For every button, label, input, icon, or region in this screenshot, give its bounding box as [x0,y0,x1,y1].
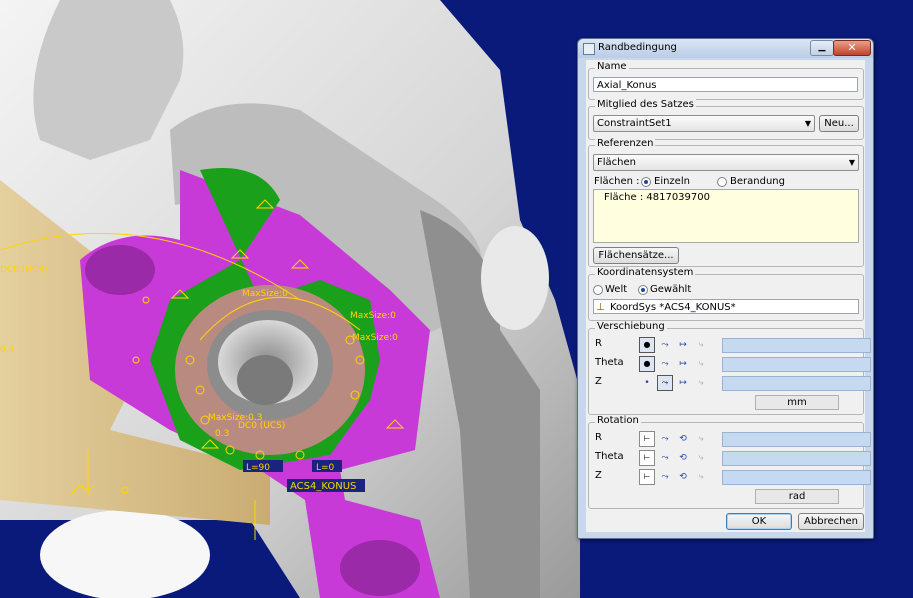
app-icon [583,43,595,55]
rotation-z-free-icon[interactable]: ⤳ [657,469,673,485]
radio-world[interactable] [593,285,603,295]
csys-icon: ⊥ [596,302,605,313]
cancel-button[interactable]: Abbrechen [798,513,864,530]
translation-theta-free-icon[interactable]: ⤳ [657,356,673,372]
translation-z-prescribed-icon[interactable]: ↦ [675,375,691,391]
rotation-theta-function-icon[interactable]: ⤷ [693,450,709,466]
translation-group: Verschiebung R ● ⤳ ↦ ⤷ Theta ● ⤳ ↦ ⤷ Z •… [588,321,871,415]
rotation-z-label: Z [595,470,602,481]
rotation-theta-label: Theta [595,451,624,462]
name-group-label: Name [595,61,629,72]
list-item[interactable]: Fläche : 4817039700 [604,192,710,203]
rotation-theta-value[interactable] [722,451,871,466]
annotation-text: MaxSize:0 [352,333,398,343]
name-input[interactable]: Axial_Konus [593,77,858,92]
translation-z-value[interactable] [722,376,871,391]
translation-unit[interactable]: mm [755,395,839,410]
rotation-r-function-icon[interactable]: ⤷ [693,431,709,447]
close-button[interactable]: ✕ [833,40,871,56]
csys-label: ACS4_KONUS [290,481,356,492]
constraint-set-value: ConstraintSet1 [597,118,672,129]
constraint-dialog: Randbedingung ▁ ✕ Name Axial_Konus Mitgl… [577,38,874,539]
translation-z-fixed-button[interactable]: • [639,375,655,391]
reference-list[interactable]: Fläche : 4817039700 [593,189,859,243]
annotation-text: MaxSize:0 [242,289,288,299]
references-group: Referenzen Flächen ▼ Flächen : Einzeln B… [588,138,864,267]
translation-theta-value[interactable] [722,357,871,372]
rotation-group-label: Rotation [595,415,641,426]
radio-selected[interactable] [638,285,648,295]
radio-selected-label[interactable]: Gewählt [650,284,691,295]
radio-boundary-label[interactable]: Berandung [730,176,785,187]
translation-r-function-icon[interactable]: ⤷ [693,337,709,353]
dialog-title: Randbedingung [598,42,677,53]
rotation-z-value[interactable] [722,470,871,485]
rotation-r-label: R [595,432,602,443]
rotation-theta-prescribed-icon[interactable]: ⟲ [675,450,691,466]
housing-bore-right [481,226,549,330]
new-set-button[interactable]: Neu... [819,115,859,132]
translation-theta-prescribed-icon[interactable]: ↦ [675,356,691,372]
minimize-button[interactable]: ▁ [810,40,834,56]
translation-group-label: Verschiebung [595,321,667,332]
annotation-text: 0.3 [215,429,229,439]
radio-boundary[interactable] [717,177,727,187]
radio-single[interactable] [641,177,651,187]
references-group-label: Referenzen [595,138,656,149]
magenta-bore-bottom [340,540,420,596]
rotation-theta-fixed-button[interactable]: ⊢ [639,450,655,466]
rotation-z-function-icon[interactable]: ⤷ [693,469,709,485]
radio-world-label[interactable]: Welt [605,284,627,295]
translation-z-function-icon[interactable]: ⤷ [693,375,709,391]
chevron-down-icon: ▼ [804,119,811,128]
annotation-text: MaxSize:0 [350,311,396,321]
translation-z-free-button[interactable]: ⤳ [657,375,673,391]
annotation-text: DC0 (UCS) [0,265,47,275]
housing-bore [40,510,210,598]
name-group: Name Axial_Konus [588,61,864,100]
translation-theta-label: Theta [595,357,624,368]
magenta-bore [85,245,155,295]
set-group: Mitglied des Satzes ConstraintSet1 ▼ Neu… [588,99,864,140]
close-icon: ✕ [847,41,857,54]
rotation-z-fixed-button[interactable]: ⊢ [639,469,655,485]
dialog-titlebar[interactable]: Randbedingung ▁ ✕ [578,39,873,58]
rotation-theta-free-icon[interactable]: ⤳ [657,450,673,466]
translation-r-label: R [595,338,602,349]
translation-r-value[interactable] [722,338,871,353]
rotation-r-prescribed-icon[interactable]: ⟲ [675,431,691,447]
rotation-r-fixed-button[interactable]: ⊢ [639,431,655,447]
annotation-text: L=0 [316,463,335,473]
translation-z-label: Z [595,376,602,387]
translation-theta-fixed-button[interactable]: ● [639,356,655,372]
translation-r-prescribed-icon[interactable]: ↦ [675,337,691,353]
reference-type-value: Flächen [597,157,636,168]
surface-mode-label: Flächen : [594,176,640,187]
rotation-r-free-icon[interactable]: ⤳ [657,431,673,447]
csys-group: Koordinatensystem Welt Gewählt ⊥ KoordSy… [588,267,864,321]
rotation-group: Rotation R ⊢ ⤳ ⟲ ⤷ Theta ⊢ ⤳ ⟲ ⤷ Z ⊢ ⤳ ⟲… [588,415,871,509]
annotation-text: L=90 [246,463,270,473]
chevron-down-icon: ▼ [848,158,855,167]
translation-r-fixed-button[interactable]: ● [639,337,655,353]
surface-sets-button[interactable]: Flächensätze... [593,247,679,264]
csys-value: KoordSys *ACS4_KONUS* [610,302,736,313]
translation-r-free-icon[interactable]: ⤳ [657,337,673,353]
translation-theta-function-icon[interactable]: ⤷ [693,356,709,372]
constraint-set-select[interactable]: ConstraintSet1 ▼ [593,115,815,132]
csys-field[interactable]: ⊥ KoordSys *ACS4_KONUS* [593,299,859,314]
minimize-icon: ▁ [818,42,826,52]
annotation-text: DC0 (UCS) [238,421,285,431]
csys-group-label: Koordinatensystem [595,267,696,278]
reference-type-select[interactable]: Flächen ▼ [593,154,859,171]
set-group-label: Mitglied des Satzes [595,99,696,110]
rotation-unit[interactable]: rad [755,489,839,504]
dialog-client: Name Axial_Konus Mitglied des Satzes Con… [586,60,871,532]
rotation-r-value[interactable] [722,432,871,447]
annotation-text: 0.3 [0,345,14,355]
radio-single-label[interactable]: Einzeln [654,176,690,187]
ok-button[interactable]: OK [726,513,792,530]
rotation-z-prescribed-icon[interactable]: ⟲ [675,469,691,485]
ring-hole [237,355,293,405]
